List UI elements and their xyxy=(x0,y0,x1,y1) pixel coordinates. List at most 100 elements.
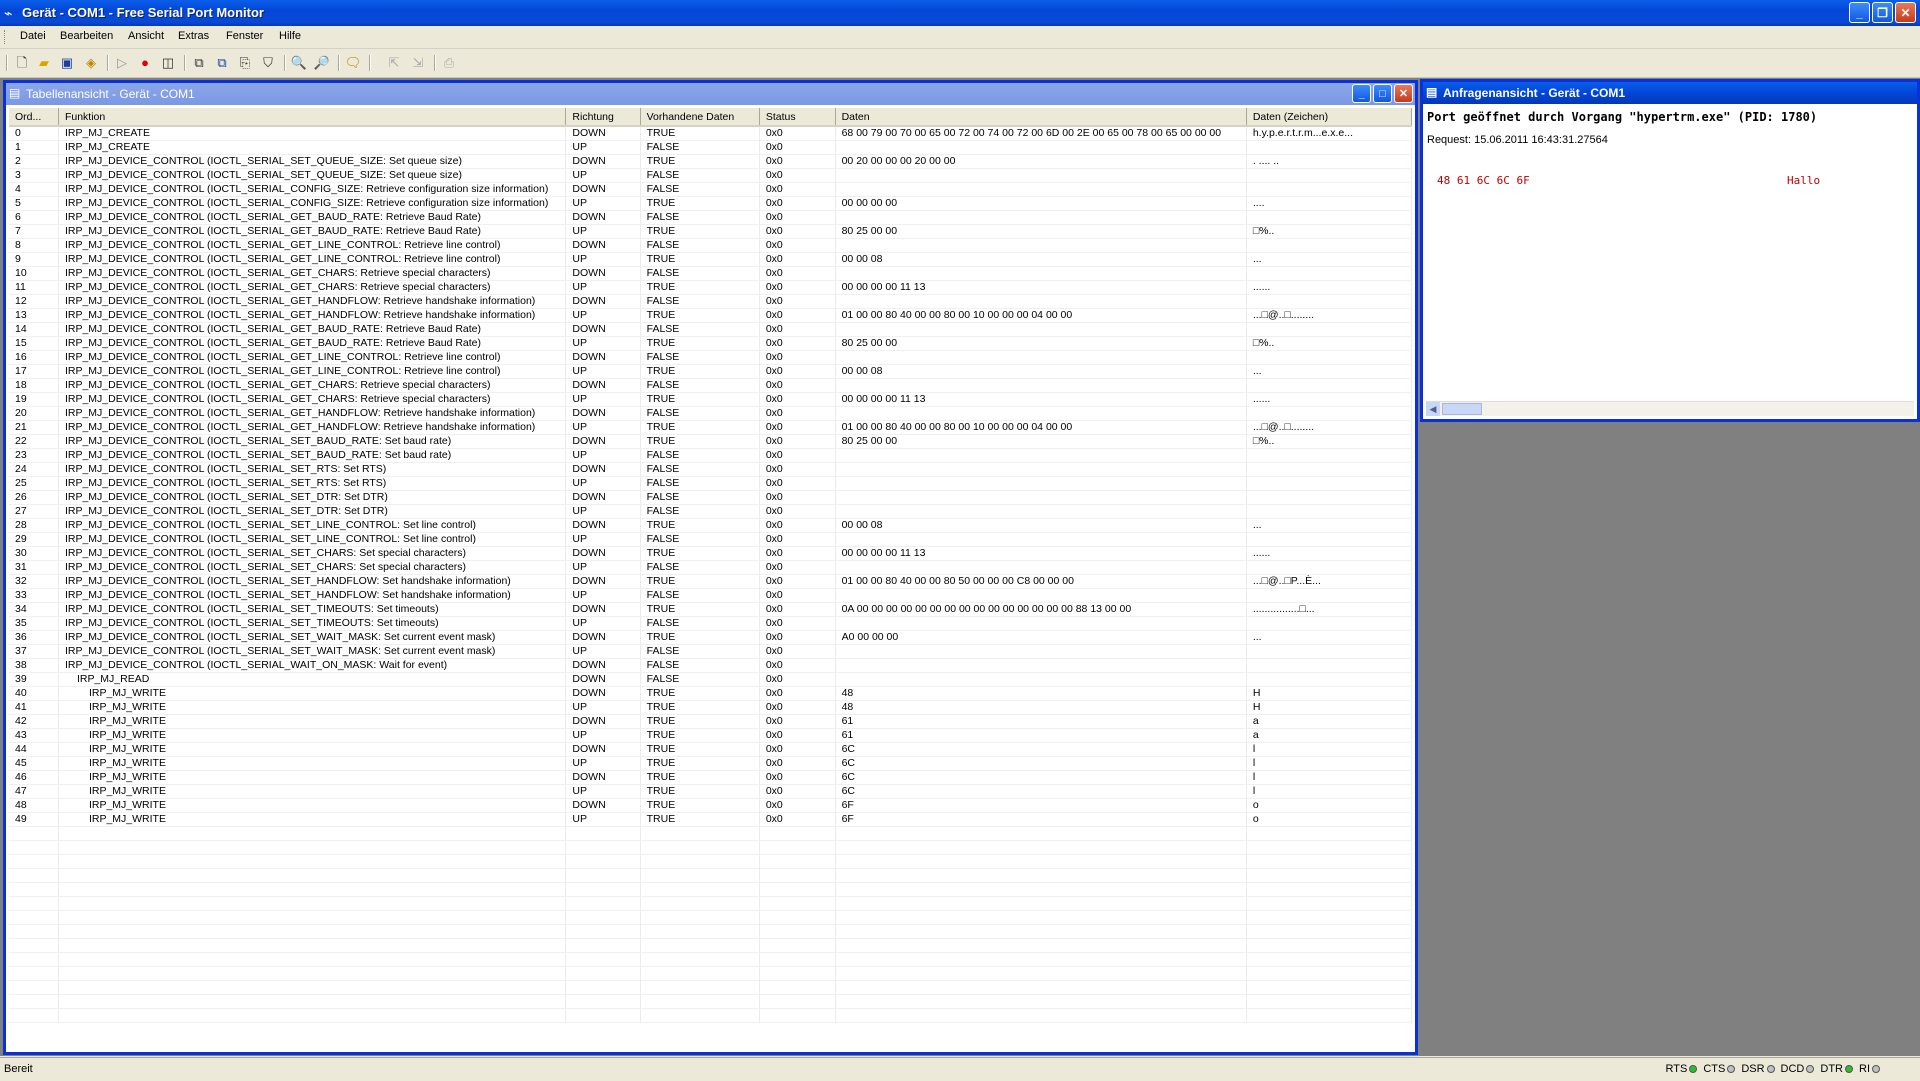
table-row[interactable]: 5 IRP_MJ_DEVICE_CONTROL (IOCTL_SERIAL_CON… xyxy=(9,196,1412,211)
copy-all-icon[interactable]: ⧉ xyxy=(213,54,231,72)
table-view-close-button[interactable]: ✕ xyxy=(1394,84,1413,103)
table-row[interactable]: 23 IRP_MJ_DEVICE_CONTROL (IOCTL_SERIAL_SE… xyxy=(9,448,1412,463)
table-row[interactable]: 19 IRP_MJ_DEVICE_CONTROL (IOCTL_SERIAL_GE… xyxy=(9,392,1412,407)
table-row[interactable]: 7 IRP_MJ_DEVICE_CONTROL (IOCTL_SERIAL_GET… xyxy=(9,224,1412,239)
table-view-grid[interactable]: Ord... Funktion Richtung Vorhandene Date… xyxy=(9,108,1412,1049)
table-row[interactable]: 43 IRP_MJ_WRITE UP TRUE 0x0 61 a xyxy=(9,728,1412,743)
table-row[interactable]: 28 IRP_MJ_DEVICE_CONTROL (IOCTL_SERIAL_SE… xyxy=(9,518,1412,533)
table-row[interactable]: 22 IRP_MJ_DEVICE_CONTROL (IOCTL_SERIAL_SE… xyxy=(9,434,1412,449)
table-row[interactable]: 17 IRP_MJ_DEVICE_CONTROL (IOCTL_SERIAL_GE… xyxy=(9,364,1412,379)
stop-icon[interactable]: ◫ xyxy=(159,54,177,72)
copy-icon[interactable]: ⧉ xyxy=(190,54,208,72)
table-row[interactable]: 24 IRP_MJ_DEVICE_CONTROL (IOCTL_SERIAL_SE… xyxy=(9,462,1412,477)
column-header-status[interactable]: Status xyxy=(759,108,836,127)
cell-richtung: UP xyxy=(565,700,641,715)
package-icon[interactable]: ◈ xyxy=(82,54,100,72)
scroll-left-icon[interactable]: ◀ xyxy=(1426,402,1440,416)
table-row[interactable]: 15 IRP_MJ_DEVICE_CONTROL (IOCTL_SERIAL_GE… xyxy=(9,336,1412,351)
minimize-button[interactable]: _ xyxy=(1849,2,1870,23)
record-icon[interactable]: ● xyxy=(136,54,154,72)
table-row[interactable]: 29 IRP_MJ_DEVICE_CONTROL (IOCTL_SERIAL_SE… xyxy=(9,532,1412,547)
export-icon[interactable]: ⇱ xyxy=(385,54,403,72)
new-icon[interactable]: 🗋 xyxy=(13,54,31,72)
table-row[interactable]: 40 IRP_MJ_WRITE DOWN TRUE 0x0 48 H xyxy=(9,686,1412,701)
table-row[interactable]: 46 IRP_MJ_WRITE DOWN TRUE 0x0 6C l xyxy=(9,770,1412,785)
menu-datei[interactable]: Datei xyxy=(20,30,46,42)
table-row[interactable]: 31 IRP_MJ_DEVICE_CONTROL (IOCTL_SERIAL_SE… xyxy=(9,560,1412,575)
comment-icon[interactable]: 🗨 xyxy=(344,54,362,72)
table-row[interactable]: 16 IRP_MJ_DEVICE_CONTROL (IOCTL_SERIAL_GE… xyxy=(9,350,1412,365)
cell-richtung: UP xyxy=(565,420,641,435)
table-row[interactable]: 0 IRP_MJ_CREATE DOWN TRUE 0x0 68 00 79 00 70 … xyxy=(9,126,1412,141)
table-row[interactable]: 27 IRP_MJ_DEVICE_CONTROL (IOCTL_SERIAL_SE… xyxy=(9,504,1412,519)
paste-icon[interactable]: ⎘ xyxy=(236,54,254,72)
close-button[interactable]: ✕ xyxy=(1895,2,1916,23)
table-header-row: Ord... Funktion Richtung Vorhandene Date… xyxy=(9,108,1412,127)
column-header-funktion[interactable]: Funktion xyxy=(58,108,567,127)
table-row[interactable]: 26 IRP_MJ_DEVICE_CONTROL (IOCTL_SERIAL_SE… xyxy=(9,490,1412,505)
table-row[interactable]: 8 IRP_MJ_DEVICE_CONTROL (IOCTL_SERIAL_GET… xyxy=(9,238,1412,253)
cell-daten xyxy=(835,462,1247,477)
table-row[interactable]: 37 IRP_MJ_DEVICE_CONTROL (IOCTL_SERIAL_SE… xyxy=(9,644,1412,659)
cell-vorhandene-daten: TRUE xyxy=(640,784,760,799)
table-row[interactable]: 14 IRP_MJ_DEVICE_CONTROL (IOCTL_SERIAL_GE… xyxy=(9,322,1412,337)
table-row[interactable]: 9 IRP_MJ_DEVICE_CONTROL (IOCTL_SERIAL_GET… xyxy=(9,252,1412,267)
table-row[interactable]: 48 IRP_MJ_WRITE DOWN TRUE 0x0 6F o xyxy=(9,798,1412,813)
menu-fenster[interactable]: Fenster xyxy=(226,30,263,42)
import-icon[interactable]: ⇲ xyxy=(409,54,427,72)
led-indicator-icon xyxy=(1845,1065,1853,1073)
table-row[interactable]: 36 IRP_MJ_DEVICE_CONTROL (IOCTL_SERIAL_SE… xyxy=(9,630,1412,645)
print-icon[interactable]: ⎙ xyxy=(440,54,458,72)
table-row[interactable]: 6 IRP_MJ_DEVICE_CONTROL (IOCTL_SERIAL_GET… xyxy=(9,210,1412,225)
table-row[interactable]: 49 IRP_MJ_WRITE UP TRUE 0x0 6F o xyxy=(9,812,1412,827)
open-icon[interactable]: ▰ xyxy=(35,54,53,72)
menu-bearbeiten[interactable]: Bearbeiten xyxy=(60,30,113,42)
request-view-horizontal-scrollbar[interactable]: ◀ xyxy=(1426,401,1914,416)
table-row[interactable]: 33 IRP_MJ_DEVICE_CONTROL (IOCTL_SERIAL_SE… xyxy=(9,588,1412,603)
table-row[interactable]: 32 IRP_MJ_DEVICE_CONTROL (IOCTL_SERIAL_SE… xyxy=(9,574,1412,589)
menu-ansicht[interactable]: Ansicht xyxy=(128,30,164,42)
table-row[interactable]: 35 IRP_MJ_DEVICE_CONTROL (IOCTL_SERIAL_SE… xyxy=(9,616,1412,631)
table-row[interactable]: 20 IRP_MJ_DEVICE_CONTROL (IOCTL_SERIAL_GE… xyxy=(9,406,1412,421)
column-header-ord[interactable]: Ord... xyxy=(9,108,59,127)
table-row[interactable]: 4 IRP_MJ_DEVICE_CONTROL (IOCTL_SERIAL_CON… xyxy=(9,182,1412,197)
scroll-thumb[interactable] xyxy=(1442,403,1482,415)
table-row[interactable]: 34 IRP_MJ_DEVICE_CONTROL (IOCTL_SERIAL_SE… xyxy=(9,602,1412,617)
table-row[interactable]: 47 IRP_MJ_WRITE UP TRUE 0x0 6C l xyxy=(9,784,1412,799)
menu-extras[interactable]: Extras xyxy=(178,30,209,42)
table-row[interactable]: 44 IRP_MJ_WRITE DOWN TRUE 0x0 6C l xyxy=(9,742,1412,757)
restore-button[interactable]: ❐ xyxy=(1872,2,1893,23)
menu-hilfe[interactable]: Hilfe xyxy=(279,30,301,42)
table-row[interactable]: 1 IRP_MJ_CREATE UP FALSE 0x0 xyxy=(9,140,1412,155)
table-row[interactable]: 21 IRP_MJ_DEVICE_CONTROL (IOCTL_SERIAL_GE… xyxy=(9,420,1412,435)
table-row[interactable]: 45 IRP_MJ_WRITE UP TRUE 0x0 6C l xyxy=(9,756,1412,771)
cell-vorhandene-daten: TRUE xyxy=(640,700,760,715)
table-row[interactable]: 41 IRP_MJ_WRITE UP TRUE 0x0 48 H xyxy=(9,700,1412,715)
table-row[interactable]: 13 IRP_MJ_DEVICE_CONTROL (IOCTL_SERIAL_GE… xyxy=(9,308,1412,323)
play-icon[interactable]: ▷ xyxy=(113,54,131,72)
column-header-daten[interactable]: Daten xyxy=(835,108,1247,127)
table-row[interactable]: 2 IRP_MJ_DEVICE_CONTROL (IOCTL_SERIAL_SET… xyxy=(9,154,1412,169)
cell-ord: 24 xyxy=(9,462,59,477)
app-icon: ⌁ xyxy=(4,5,13,21)
table-row[interactable]: 42 IRP_MJ_WRITE DOWN TRUE 0x0 61 a xyxy=(9,714,1412,729)
table-row[interactable]: 18 IRP_MJ_DEVICE_CONTROL (IOCTL_SERIAL_GE… xyxy=(9,378,1412,393)
filter-icon[interactable]: ⛉ xyxy=(259,54,277,72)
cell-vorhandene-daten: FALSE xyxy=(640,322,760,337)
table-view-minimize-button[interactable]: _ xyxy=(1352,84,1371,103)
table-row[interactable]: 11 IRP_MJ_DEVICE_CONTROL (IOCTL_SERIAL_GE… xyxy=(9,280,1412,295)
save-icon[interactable]: ▣ xyxy=(58,54,76,72)
table-row[interactable]: 25 IRP_MJ_DEVICE_CONTROL (IOCTL_SERIAL_SE… xyxy=(9,476,1412,491)
column-header-richtung[interactable]: Richtung xyxy=(565,108,641,127)
find-next-icon[interactable]: 🔎 xyxy=(313,54,331,72)
table-view-maximize-button[interactable]: □ xyxy=(1373,84,1392,103)
table-row[interactable]: 38 IRP_MJ_DEVICE_CONTROL (IOCTL_SERIAL_WA… xyxy=(9,658,1412,673)
column-header-vorhandene-daten[interactable]: Vorhandene Daten xyxy=(640,108,760,127)
table-row[interactable]: 30 IRP_MJ_DEVICE_CONTROL (IOCTL_SERIAL_SE… xyxy=(9,546,1412,561)
table-row[interactable]: 3 IRP_MJ_DEVICE_CONTROL (IOCTL_SERIAL_SET… xyxy=(9,168,1412,183)
column-header-daten-zeichen[interactable]: Daten (Zeichen) xyxy=(1246,108,1412,127)
table-row[interactable]: 12 IRP_MJ_DEVICE_CONTROL (IOCTL_SERIAL_GE… xyxy=(9,294,1412,309)
table-row[interactable]: 39 IRP_MJ_READ DOWN FALSE 0x0 xyxy=(9,672,1412,687)
table-row[interactable]: 10 IRP_MJ_DEVICE_CONTROL (IOCTL_SERIAL_GE… xyxy=(9,266,1412,281)
find-icon[interactable]: 🔍 xyxy=(290,54,308,72)
